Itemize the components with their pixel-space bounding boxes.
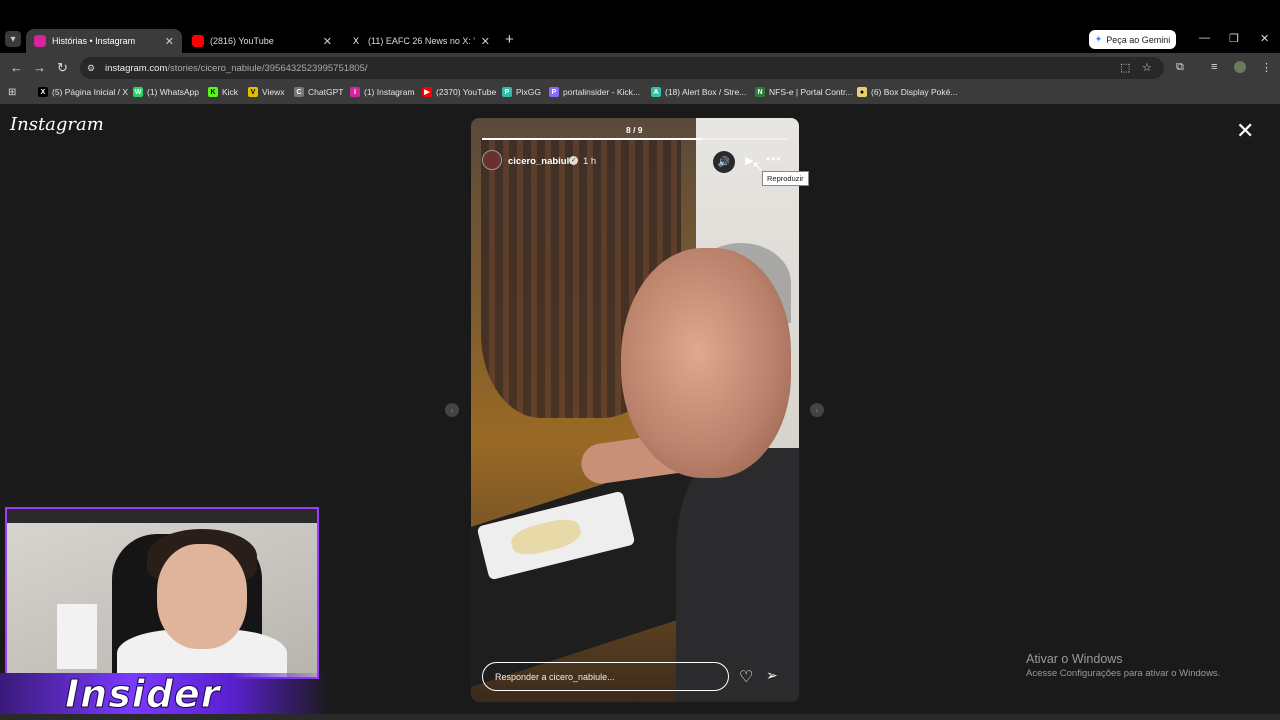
bookmark-pixgg[interactable]: P PixGG [502, 87, 541, 97]
bookmark-pokemon[interactable]: ● (6) Box Display Poké... [857, 87, 957, 97]
reply-placeholder: Responder a cicero_nabiule... [495, 671, 615, 682]
photo-face [621, 248, 791, 478]
cam-pc-case [57, 604, 97, 669]
url-text[interactable]: instagram.com/stories/cicero_nabiule/395… [105, 63, 368, 74]
new-tab-icon[interactable]: + [505, 31, 514, 48]
forward-icon[interactable]: → [33, 60, 46, 75]
watermark-subtitle: Acesse Configurações para ativar o Windo… [1026, 668, 1221, 679]
previous-story-icon[interactable]: ‹ [445, 403, 459, 417]
pixgg-icon: P [502, 87, 512, 97]
gemini-button[interactable]: ✦ Peça ao Gemini [1089, 30, 1176, 49]
chatgpt-icon: C [294, 87, 304, 97]
minimize-icon[interactable]: — [1199, 32, 1210, 44]
play-tooltip: Reproduzir [762, 171, 809, 186]
browser-menu-icon[interactable]: ⋮ [1261, 61, 1272, 74]
webcam-overlay [5, 507, 319, 679]
bookmark-portalinsider[interactable]: Pportalinsider - Kick... [549, 87, 640, 97]
cam-face [157, 544, 247, 649]
back-icon[interactable]: ← [10, 60, 23, 75]
reply-input[interactable]: Responder a cicero_nabiule... [482, 662, 729, 691]
x-favicon-icon: X [350, 35, 362, 47]
url-host: instagram.com [105, 63, 168, 74]
bookmark-youtube[interactable]: ▶ (2370) YouTube [422, 87, 496, 97]
bookmark-star-icon[interactable]: ☆ [1142, 61, 1152, 74]
bookmark-label: ChatGPT [308, 87, 344, 97]
bookmark-label: PixGG [516, 87, 542, 97]
cam-shelf [7, 509, 317, 523]
bookmark-label: (6) Box Display Poké... [871, 87, 958, 97]
bookmark-instagram[interactable]: I (1) Instagram [350, 87, 415, 97]
bookmark-viewx[interactable]: V Viewx [248, 87, 285, 97]
story-counter: 8 / 9 [626, 125, 643, 135]
bookmark-alertbox[interactable]: A (18) Alert Box / Stre... [651, 87, 746, 97]
next-story-icon[interactable]: › [810, 403, 824, 417]
avatar[interactable] [482, 150, 502, 170]
tab-title: Histórias • Instagram [52, 36, 136, 46]
install-app-icon[interactable]: ⬚ [1120, 61, 1130, 74]
instagram-logo[interactable]: Instagram [10, 114, 104, 135]
reload-icon[interactable]: ↻ [57, 60, 68, 76]
bookmark-label: Kick [222, 87, 239, 97]
tab-title: (11) EAFC 26 News no X: " [368, 36, 475, 46]
youtube-icon: ▶ [422, 87, 432, 97]
tab-x[interactable]: X (11) EAFC 26 News no X: " ✕ [342, 29, 498, 53]
window-close-icon[interactable]: ✕ [1260, 32, 1269, 45]
close-story-icon[interactable]: ✕ [1236, 120, 1254, 142]
tab-instagram[interactable]: Histórias • Instagram ✕ [26, 29, 182, 53]
watermark-title: Ativar o Windows [1026, 652, 1123, 666]
bookmark-whatsapp[interactable]: W (1) WhatsApp [133, 87, 199, 97]
bookmark-chatgpt[interactable]: C ChatGPT [294, 87, 343, 97]
bookmark-label: portalinsider - Kick... [563, 87, 640, 97]
story-media[interactable] [471, 118, 799, 702]
bookmark-label: (2370) YouTube [436, 87, 497, 97]
stream-brand-logo: Insider [65, 672, 221, 717]
bookmark-label: Viewx [262, 87, 285, 97]
close-tab-icon[interactable]: ✕ [481, 35, 490, 48]
bookmark-nfse[interactable]: N NFS-e | Portal Contr... [755, 87, 852, 97]
viewx-icon: V [248, 87, 258, 97]
verified-badge-icon: ✓ [569, 156, 578, 165]
story-progress-fill [482, 138, 703, 140]
kick-icon: K [208, 87, 218, 97]
page-bottom-bar [0, 714, 1280, 720]
youtube-favicon-icon [192, 35, 204, 47]
instagram-icon: I [350, 87, 360, 97]
bookmark-label: (5) Página Inicial / X [52, 87, 129, 97]
more-options-icon[interactable]: ••• [766, 152, 782, 166]
alertbox-icon: A [651, 87, 661, 97]
bookmark-label: (1) WhatsApp [147, 87, 199, 97]
tab-youtube[interactable]: (2816) YouTube ✕ [184, 29, 340, 53]
tab-title: (2816) YouTube [210, 36, 274, 46]
volume-icon[interactable]: 🔊 [713, 151, 735, 173]
media-control-icon[interactable]: ≡ [1211, 61, 1217, 73]
bookmark-label: NFS-e | Portal Contr... [769, 87, 853, 97]
windows-activation-watermark: Ativar o Windows Acesse Configurações pa… [1026, 652, 1220, 679]
send-icon[interactable]: ➢ [766, 667, 778, 684]
pokemon-icon: ● [857, 87, 867, 97]
bookmark-label: (1) Instagram [364, 87, 415, 97]
site-info-icon[interactable]: ⚙ [87, 63, 95, 74]
close-tab-icon[interactable]: ✕ [165, 35, 174, 48]
apps-grid-icon[interactable]: ⊞ [8, 87, 16, 98]
gemini-label: Peça ao Gemini [1106, 34, 1171, 45]
x-icon: X [38, 87, 48, 97]
whatsapp-icon: W [133, 87, 143, 97]
portal-icon: P [549, 87, 559, 97]
story-username[interactable]: cicero_nabiule [508, 156, 575, 167]
close-tab-icon[interactable]: ✕ [323, 35, 332, 48]
bookmark-kick[interactable]: K Kick [208, 87, 238, 97]
bookmark-label: (18) Alert Box / Stre... [665, 87, 747, 97]
extensions-icon[interactable]: ⧉ [1176, 61, 1184, 74]
nfse-icon: N [755, 87, 765, 97]
url-path: /stories/cicero_nabiule/3956432523995751… [167, 63, 368, 74]
bookmark-x[interactable]: X (5) Página Inicial / X [38, 87, 128, 97]
like-heart-icon[interactable]: ♡ [739, 667, 753, 687]
instagram-favicon-icon [34, 35, 46, 47]
story-progress-bar [482, 138, 788, 140]
gemini-sparkle-icon: ✦ [1094, 34, 1103, 44]
story-time: 1 h [583, 156, 597, 167]
restore-icon[interactable]: ❐ [1229, 32, 1239, 45]
tab-search-icon[interactable]: ▾ [5, 31, 21, 47]
profile-avatar[interactable] [1234, 61, 1246, 73]
